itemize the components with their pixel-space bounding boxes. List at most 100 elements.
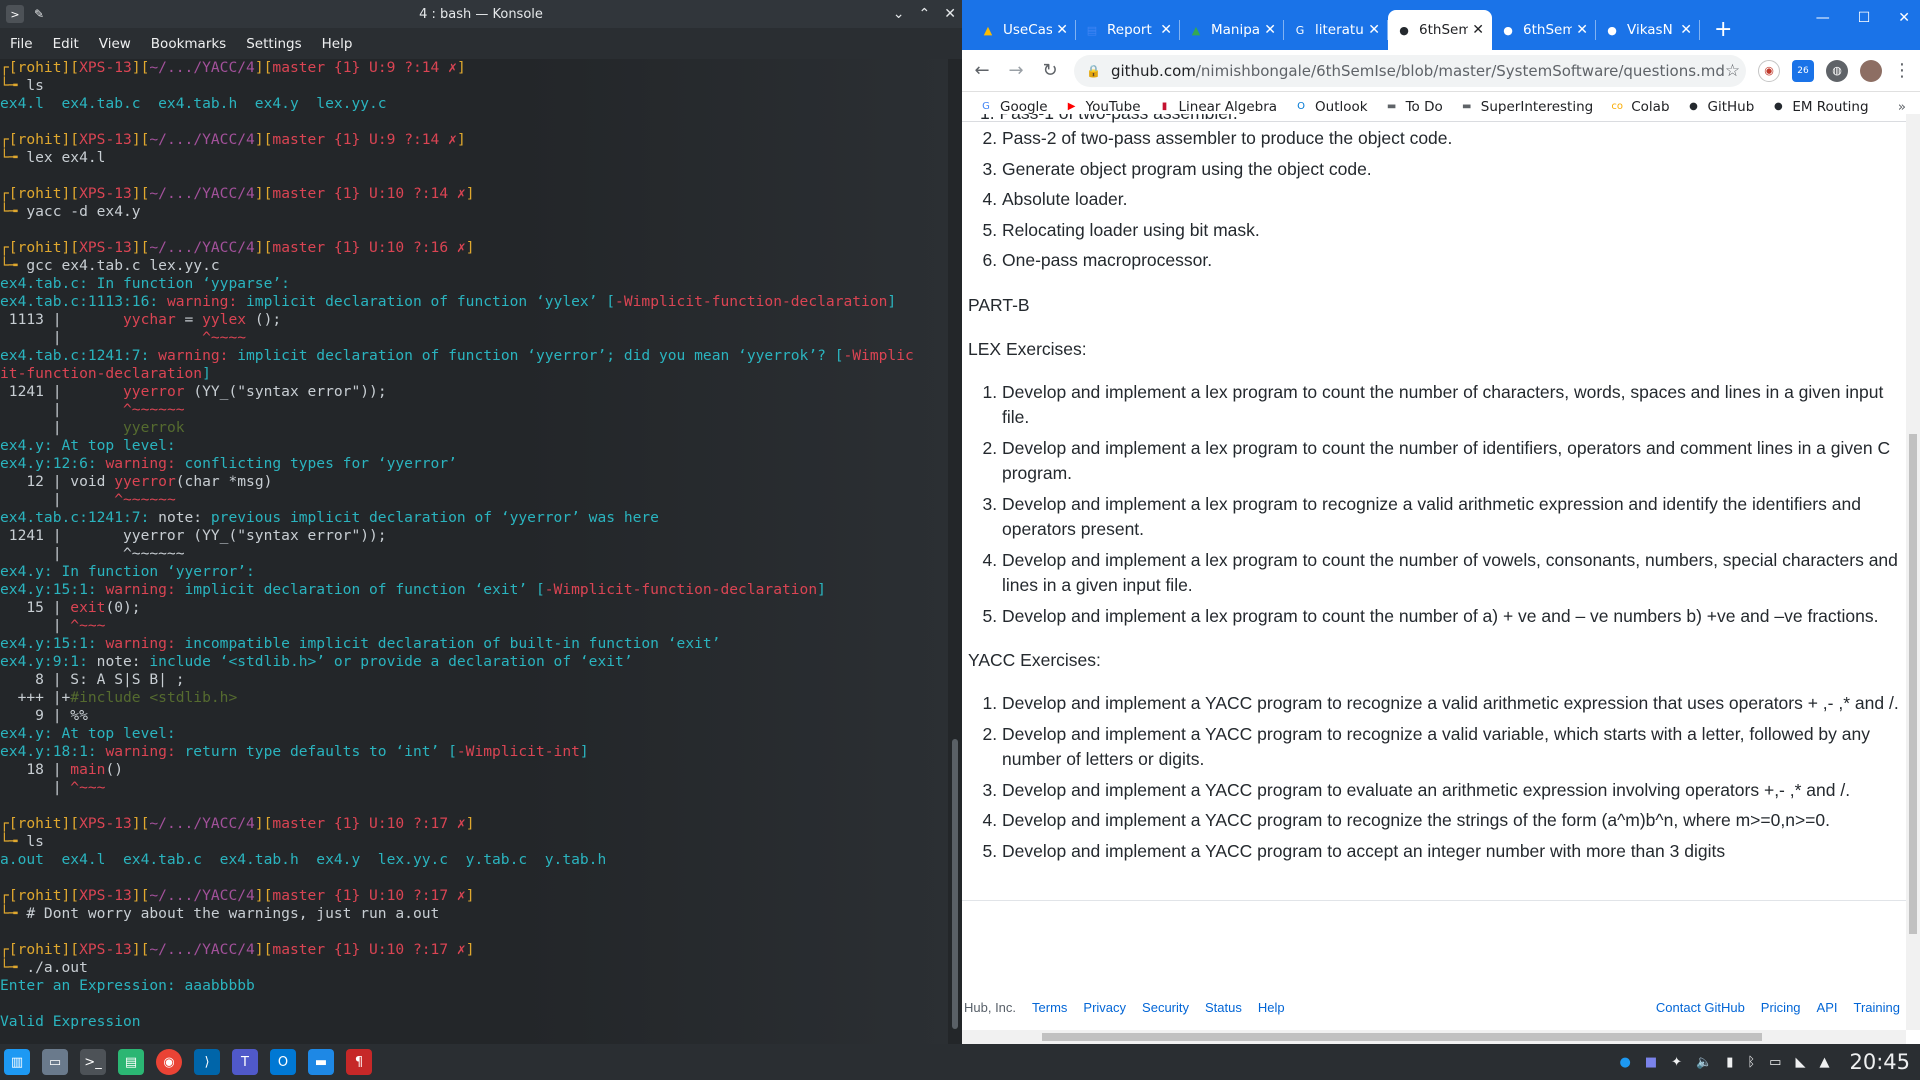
desktop-pager-icon[interactable]: ▭: [42, 1049, 68, 1075]
reload-icon[interactable]: ↻: [1036, 60, 1064, 81]
footer-link[interactable]: API: [1817, 1000, 1838, 1015]
menu-item-bookmarks[interactable]: Bookmarks: [141, 36, 236, 52]
footer-link[interactable]: Privacy: [1083, 1000, 1126, 1015]
footer-link[interactable]: Terms: [1032, 1000, 1067, 1015]
wifi-icon[interactable]: ◣: [1795, 1055, 1805, 1070]
lightbulb-icon[interactable]: ✦: [1671, 1055, 1682, 1070]
globe-extension-icon[interactable]: ◍: [1826, 59, 1848, 82]
terminal-scrollbar[interactable]: [948, 59, 962, 1044]
forward-icon[interactable]: →: [1002, 60, 1030, 81]
lock-icon[interactable]: 🔒: [1086, 64, 1101, 78]
browser-tab[interactable]: ▲ UseCas ✕: [972, 10, 1076, 50]
close-tab-icon[interactable]: ✕: [1264, 22, 1276, 38]
close-tab-icon[interactable]: ✕: [1056, 22, 1068, 38]
bookmark-item[interactable]: O Outlook: [1293, 99, 1368, 115]
battery-icon[interactable]: ▮: [1726, 1055, 1733, 1070]
scrollbar-thumb[interactable]: [952, 739, 958, 1029]
maximize-icon[interactable]: ☐: [1858, 10, 1871, 26]
yacc-exercise-item: Develop and implement a YACC program to …: [1002, 691, 1902, 717]
browser-tab[interactable]: ● 6thSem ✕: [1388, 10, 1492, 50]
menu-item-help[interactable]: Help: [312, 36, 363, 52]
bookmarks-overflow-icon[interactable]: »: [1898, 99, 1906, 115]
browser-tab[interactable]: Gliteratu ✕: [1284, 10, 1388, 50]
minimize-icon[interactable]: ⌄: [893, 6, 905, 22]
teams-tray-icon[interactable]: ■: [1645, 1055, 1657, 1070]
footer-link[interactable]: Help: [1258, 1000, 1285, 1015]
menu-icon[interactable]: ⋮: [1888, 60, 1916, 81]
footer-link[interactable]: Security: [1142, 1000, 1189, 1015]
terminal-text: XPS-13: [79, 131, 132, 148]
address-bar[interactable]: 🔒 github.com/nimishbongale/6thSemIse/blo…: [1074, 54, 1746, 87]
konsole-menubar: File Edit View Bookmarks Settings Help: [0, 28, 962, 59]
clock[interactable]: 20:45: [1849, 1050, 1910, 1074]
profile-avatar[interactable]: [1860, 59, 1882, 82]
close-icon[interactable]: ✕: [944, 6, 956, 22]
bookmark-star-icon[interactable]: ☆: [1725, 61, 1740, 81]
bookmark-item[interactable]: co Colab: [1609, 99, 1669, 115]
notes-icon[interactable]: ▬: [308, 1049, 334, 1075]
close-tab-icon[interactable]: ✕: [1160, 22, 1172, 38]
terminal-output[interactable]: ┌[rohit][XPS-13][~/.../YACC/4][master {1…: [0, 59, 948, 1044]
close-tab-icon[interactable]: ✕: [1472, 22, 1484, 38]
tab-strip: ▲ UseCas ✕ ▤ Report ✕ ▲ Manipa ✕ Gliteratu ✕ ● 6thSe…: [962, 0, 1920, 50]
close-tab-icon[interactable]: ✕: [1576, 22, 1588, 38]
menu-item-file[interactable]: File: [0, 36, 43, 52]
terminal-text: ][: [61, 185, 80, 202]
menu-item-settings[interactable]: Settings: [236, 36, 311, 52]
maximize-icon[interactable]: ⌃: [919, 6, 931, 22]
footer-link[interactable]: Pricing: [1761, 1000, 1801, 1015]
yacc-exercise-item: Develop and implement a YACC program to …: [1002, 778, 1902, 804]
menu-item-edit[interactable]: Edit: [43, 36, 89, 52]
terminal-line: ex4.tab.c:1241:7: warning: implicit decl…: [0, 347, 948, 365]
bookmark-label: SuperInteresting: [1480, 98, 1594, 115]
chrome-icon[interactable]: ◉: [156, 1049, 182, 1075]
minimize-icon[interactable]: —: [1816, 10, 1830, 26]
horizontal-scrollbar[interactable]: [962, 1030, 1906, 1044]
vscode-icon[interactable]: ⟩: [194, 1049, 220, 1075]
new-tab-button[interactable]: +: [1714, 17, 1732, 42]
terminal-text: ][: [61, 59, 80, 76]
konsole-app-icon[interactable]: >: [6, 5, 24, 23]
google-icon: G: [1295, 23, 1305, 37]
pdf-icon[interactable]: ¶: [346, 1049, 372, 1075]
browser-tab[interactable]: ● VikasN ✕: [1596, 10, 1700, 50]
terminal-text: a.out ex4.l ex4.tab.c ex4.tab.h ex4.y le…: [0, 851, 607, 868]
terminal-text: ]: [817, 581, 826, 598]
konsole-task-icon[interactable]: >_: [80, 1049, 106, 1075]
close-icon[interactable]: ✕: [1898, 10, 1910, 26]
bookmark-item[interactable]: ● GitHub: [1686, 99, 1754, 115]
browser-tab[interactable]: ▤ Report ✕: [1076, 10, 1180, 50]
scrollbar-thumb[interactable]: [1909, 434, 1917, 934]
files-icon[interactable]: ▤: [118, 1049, 144, 1075]
app-launcher-icon[interactable]: ▥: [4, 1049, 30, 1075]
scrollbar-thumb[interactable]: [1042, 1033, 1762, 1041]
tray-expand-icon[interactable]: ▲: [1819, 1055, 1829, 1070]
teams-icon[interactable]: T: [232, 1049, 258, 1075]
konsole-titlebar[interactable]: > ✎ 4 : bash — Konsole ⌄ ⌃ ✕: [0, 0, 962, 28]
footer-link[interactable]: Contact GitHub: [1656, 1000, 1745, 1015]
volume-icon[interactable]: 🔈: [1696, 1055, 1712, 1070]
bookmark-item[interactable]: ▬ To Do: [1384, 99, 1443, 115]
extension-badge-icon[interactable]: 26: [1792, 59, 1814, 82]
extension-icon[interactable]: ◉: [1758, 59, 1780, 82]
info-icon[interactable]: ●: [1619, 1055, 1630, 1070]
bookmark-item[interactable]: ● EM Routing: [1770, 99, 1869, 115]
bookmark-item[interactable]: ▮ Linear Algebra: [1157, 99, 1277, 115]
display-icon[interactable]: ▭: [1769, 1055, 1781, 1070]
bookmark-item[interactable]: ▶ YouTube: [1064, 99, 1141, 115]
bookmark-item[interactable]: G Google: [978, 99, 1047, 115]
footer-link[interactable]: Training: [1854, 1000, 1900, 1015]
back-icon[interactable]: ←: [968, 60, 996, 81]
outlook-icon[interactable]: O: [270, 1049, 296, 1075]
browser-tab[interactable]: ▲ Manipa ✕: [1180, 10, 1284, 50]
footer-link[interactable]: Status: [1205, 1000, 1242, 1015]
bluetooth-icon[interactable]: ᛒ: [1747, 1055, 1755, 1070]
menu-item-view[interactable]: View: [89, 36, 141, 52]
pin-icon[interactable]: ✎: [34, 7, 44, 21]
browser-tab[interactable]: ● 6thSem ✕: [1492, 10, 1596, 50]
close-tab-icon[interactable]: ✕: [1680, 22, 1692, 38]
bookmark-item[interactable]: ▬ SuperInteresting: [1459, 99, 1593, 115]
page-scrollbar[interactable]: [1906, 114, 1920, 1030]
close-tab-icon[interactable]: ✕: [1368, 22, 1380, 38]
